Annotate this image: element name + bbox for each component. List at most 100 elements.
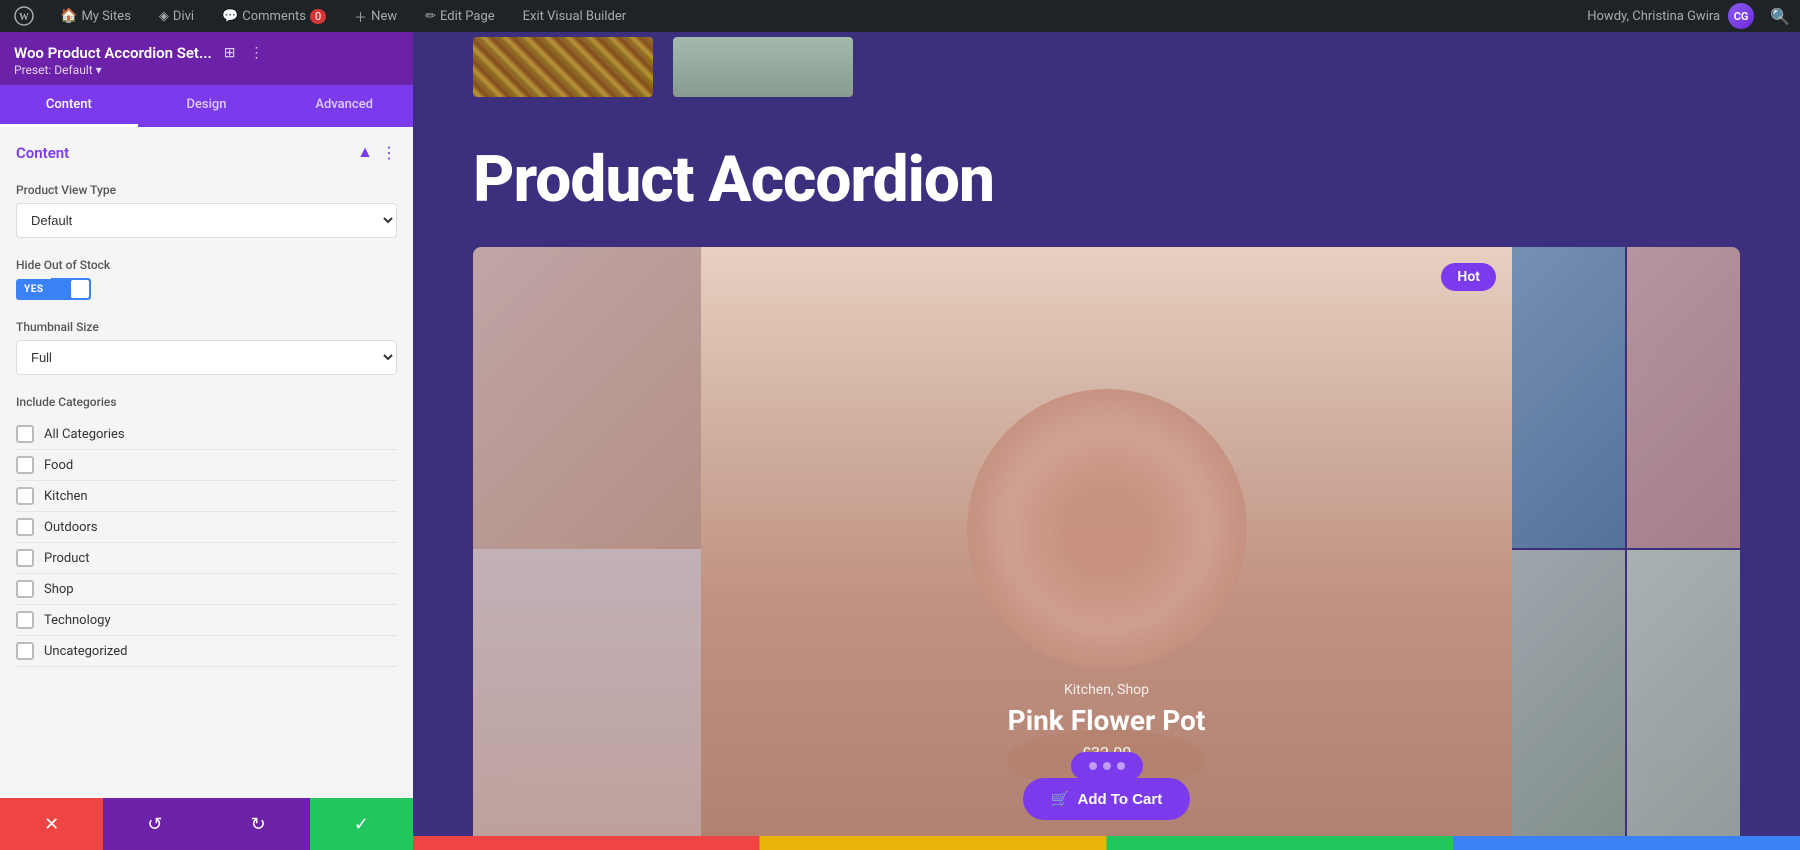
comments-count: 0 (310, 9, 326, 24)
plus-icon: ＋ (354, 7, 367, 26)
include-categories-section: Include Categories All Categories Food K… (0, 385, 413, 677)
carousel-dots (1071, 752, 1143, 780)
dot-3 (1117, 762, 1125, 770)
right-content-area: Product Accordion (413, 32, 1800, 850)
section-header: Content ▲ ⋮ (0, 127, 413, 173)
my-sites-label: My Sites (81, 9, 130, 24)
category-kitchen-label: Kitchen (44, 489, 88, 504)
thumbnail-size-field: Thumbnail Size Full Medium Thumbnail (0, 310, 413, 385)
product-view-type-select[interactable]: Default Grid List (16, 203, 397, 238)
new-menu[interactable]: ＋ New (348, 3, 403, 30)
category-food[interactable]: Food (16, 450, 397, 481)
category-uncategorized-checkbox[interactable] (16, 642, 34, 660)
divi-menu[interactable]: ◈ Divi (153, 5, 200, 28)
category-shop-checkbox[interactable] (16, 580, 34, 598)
my-sites-menu[interactable]: 🏠 My Sites (54, 4, 137, 28)
product-name: Pink Flower Pot (701, 704, 1512, 737)
thumb-bowl (673, 37, 853, 97)
exit-builder-label: Exit Visual Builder (523, 9, 626, 24)
page-title: Product Accordion (473, 142, 1740, 217)
panel-tabs: Content Design Advanced (0, 85, 413, 127)
category-uncategorized[interactable]: Uncategorized (16, 636, 397, 667)
product-category: Kitchen, Shop (701, 682, 1512, 698)
thumbnail-size-label: Thumbnail Size (16, 320, 397, 334)
category-product-checkbox[interactable] (16, 549, 34, 567)
bottom-toolbar: ✕ ↺ ↻ ✓ (0, 798, 413, 850)
category-uncategorized-label: Uncategorized (44, 644, 127, 659)
wp-logo-icon[interactable]: W (10, 2, 38, 30)
edit-page-label: Edit Page (440, 9, 495, 24)
cart-icon: 🛒 (1051, 790, 1070, 808)
panel-preset[interactable]: Preset: Default ▾ (14, 63, 266, 77)
slider-right-panel (1512, 247, 1740, 850)
new-label: New (371, 9, 397, 24)
divi-icon: ◈ (159, 9, 169, 24)
category-product[interactable]: Product (16, 543, 397, 574)
panel-title: Woo Product Accordion Set... (14, 44, 212, 62)
toggle-yes-label: YES (16, 279, 51, 300)
edit-page-btn[interactable]: ✏ Edit Page (419, 5, 501, 28)
category-outdoors[interactable]: Outdoors (16, 512, 397, 543)
toggle-track[interactable] (51, 278, 91, 300)
panel-body: Content ▲ ⋮ Product View Type Default Gr… (0, 127, 413, 798)
toggle-thumb (71, 280, 89, 298)
dot-2 (1103, 762, 1111, 770)
section-menu-btn[interactable]: ⋮ (381, 143, 397, 163)
add-to-cart-label: Add To Cart (1077, 791, 1162, 808)
search-icon[interactable]: 🔍 (1770, 7, 1790, 26)
category-all[interactable]: All Categories (16, 419, 397, 450)
comments-icon: 💬 (222, 9, 238, 24)
panel-menu-icon[interactable]: ⋮ (248, 42, 266, 63)
panel-settings-icon[interactable]: ⊞ (222, 42, 238, 63)
redo-button[interactable]: ↻ (207, 798, 310, 850)
exit-builder-btn[interactable]: Exit Visual Builder (517, 5, 632, 28)
comments-label: Comments (242, 9, 306, 24)
save-button[interactable]: ✓ (310, 798, 413, 850)
thumbnail-size-select[interactable]: Full Medium Thumbnail (16, 340, 397, 375)
user-menu[interactable]: Howdy, Christina Gwira CG (1587, 3, 1754, 29)
category-kitchen[interactable]: Kitchen (16, 481, 397, 512)
hide-out-of-stock-field: Hide Out of Stock YES (0, 248, 413, 310)
add-to-cart-button[interactable]: 🛒 Add To Cart (1023, 778, 1190, 820)
category-food-checkbox[interactable] (16, 456, 34, 474)
hide-out-of-stock-label: Hide Out of Stock (16, 258, 397, 272)
include-categories-label: Include Categories (16, 395, 397, 409)
product-view-type-field: Product View Type Default Grid List (0, 173, 413, 248)
settings-panel: Woo Product Accordion Set... ⊞ ⋮ Preset:… (0, 32, 413, 850)
comments-menu[interactable]: 💬 Comments 0 (216, 5, 332, 28)
category-shop[interactable]: Shop (16, 574, 397, 605)
category-product-label: Product (44, 551, 89, 566)
product-view-type-label: Product View Type (16, 183, 397, 197)
home-icon: 🏠 (60, 8, 77, 24)
preview-thumbnails (413, 32, 1800, 102)
howdy-label: Howdy, Christina Gwira (1587, 9, 1720, 24)
tab-advanced[interactable]: Advanced (275, 85, 413, 127)
hot-badge: Hot (1441, 263, 1496, 291)
hide-out-of-stock-toggle[interactable]: YES (16, 278, 397, 300)
category-shop-label: Shop (44, 582, 74, 597)
category-food-label: Food (44, 458, 73, 473)
pencil-icon: ✏ (425, 9, 436, 24)
category-outdoors-checkbox[interactable] (16, 518, 34, 536)
cancel-button[interactable]: ✕ (0, 798, 103, 850)
dot-1 (1089, 762, 1097, 770)
section-collapse-btn[interactable]: ▲ (357, 144, 373, 162)
category-outdoors-label: Outdoors (44, 520, 98, 535)
panel-header: Woo Product Accordion Set... ⊞ ⋮ Preset:… (0, 32, 413, 85)
section-title: Content (16, 144, 69, 162)
tab-content[interactable]: Content (0, 85, 138, 127)
undo-button[interactable]: ↺ (103, 798, 206, 850)
thumb-plaid (473, 37, 653, 97)
category-technology[interactable]: Technology (16, 605, 397, 636)
tab-design[interactable]: Design (138, 85, 276, 127)
avatar: CG (1728, 3, 1754, 29)
divi-label: Divi (173, 9, 194, 24)
product-accordion-header: Product Accordion (413, 102, 1800, 247)
category-all-label: All Categories (44, 427, 125, 442)
slider-left-panel (473, 247, 701, 850)
svg-text:W: W (19, 12, 29, 23)
category-technology-checkbox[interactable] (16, 611, 34, 629)
category-all-checkbox[interactable] (16, 425, 34, 443)
category-kitchen-checkbox[interactable] (16, 487, 34, 505)
wp-admin-bar: W 🏠 My Sites ◈ Divi 💬 Comments 0 ＋ New ✏… (0, 0, 1800, 32)
